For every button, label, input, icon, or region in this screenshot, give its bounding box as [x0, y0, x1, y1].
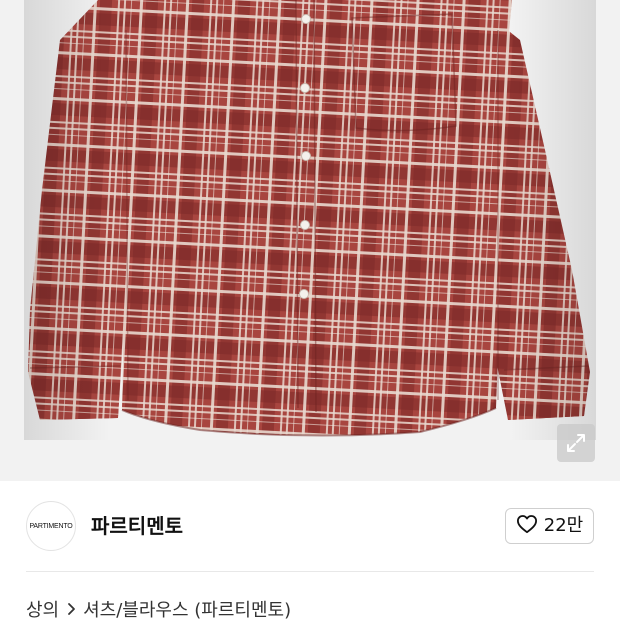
- breadcrumb-subcategory[interactable]: 셔츠/블라우스 (파르티멘토): [83, 596, 291, 620]
- plaid-shirt-illustration: [0, 0, 620, 481]
- chest-pocket: [351, 13, 457, 132]
- heart-outline-icon: [516, 514, 538, 538]
- expand-arrows-icon: [565, 432, 587, 454]
- breadcrumb: 상의 셔츠/블라우스 (파르티멘토): [26, 596, 291, 620]
- breadcrumb-category[interactable]: 상의: [26, 596, 59, 620]
- divider: [26, 571, 594, 572]
- brand-name[interactable]: 파르티멘토: [91, 511, 183, 541]
- brand-logo[interactable]: PARTIMENTO: [26, 501, 76, 551]
- product-image[interactable]: [0, 0, 620, 481]
- like-count: 22만: [543, 515, 584, 536]
- like-button[interactable]: 22만: [505, 508, 594, 544]
- expand-image-button[interactable]: [557, 424, 595, 462]
- brand-logo-text: PARTIMENTO: [29, 522, 73, 530]
- chevron-right-icon: [67, 602, 77, 616]
- product-page: PARTIMENTO 파르티멘토 22만 상의 셔츠/블라우스 (파르티멘토): [0, 0, 620, 620]
- brand-row: PARTIMENTO 파르티멘토 22만: [0, 481, 620, 571]
